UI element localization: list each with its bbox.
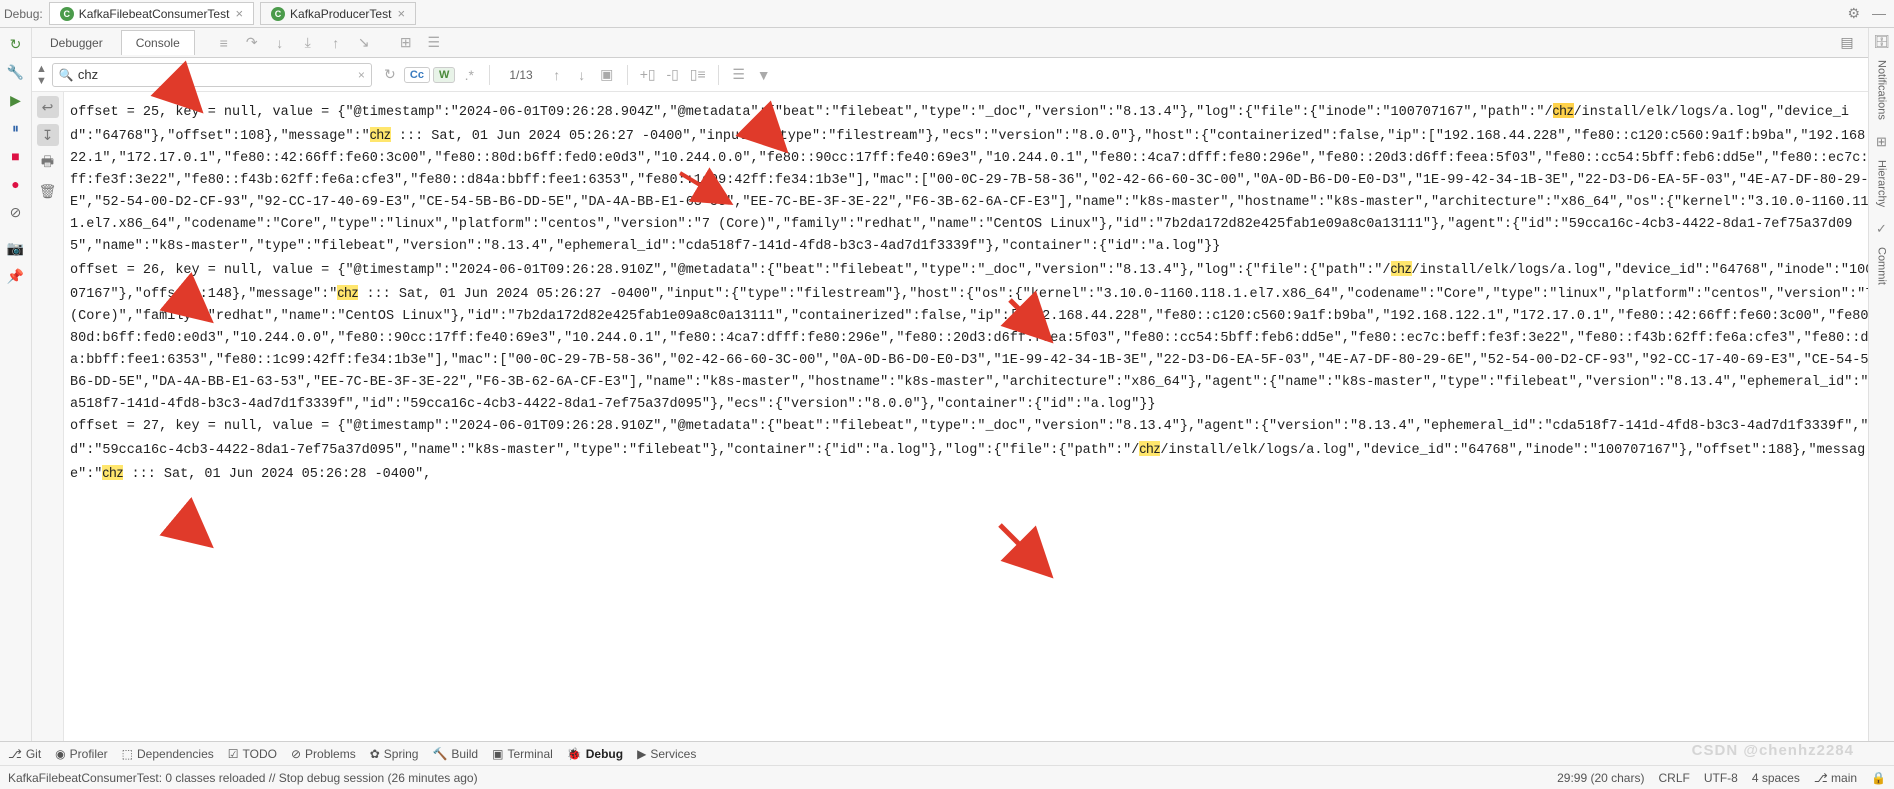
console-side-actions: ↩ ↧ 🖶 🗑 bbox=[32, 92, 64, 741]
todo-tool[interactable]: ☑ TODO bbox=[228, 747, 277, 761]
git-tool[interactable]: ⎇ Git bbox=[8, 747, 41, 761]
problems-tool[interactable]: ⊘ Problems bbox=[291, 747, 356, 761]
close-icon[interactable]: × bbox=[397, 6, 405, 21]
layout-icon[interactable]: ▤ bbox=[1836, 32, 1858, 54]
remove-selection-icon[interactable]: -▯ bbox=[662, 64, 684, 86]
build-tool[interactable]: 🔨 Build bbox=[432, 747, 478, 761]
services-tool[interactable]: ▶ Services bbox=[637, 747, 696, 761]
trace-icon[interactable]: ☰ bbox=[423, 32, 445, 54]
dependencies-tool[interactable]: ⬚ Dependencies bbox=[122, 747, 214, 761]
git-branch[interactable]: ⎇ main bbox=[1814, 771, 1857, 785]
settings-icon[interactable]: 🔧 bbox=[6, 62, 26, 82]
cursor-position[interactable]: 29:99 (20 chars) bbox=[1557, 771, 1644, 785]
history-icon[interactable]: ↻ bbox=[379, 64, 401, 86]
step-into-icon[interactable]: ↓ bbox=[269, 32, 291, 54]
add-selection-icon[interactable]: +▯ bbox=[637, 64, 659, 86]
close-icon[interactable]: × bbox=[235, 6, 243, 21]
class-icon: C bbox=[271, 7, 285, 21]
camera-icon[interactable]: 📷 bbox=[6, 238, 26, 258]
status-bar: KafkaFilebeatConsumerTest: 0 classes rel… bbox=[0, 765, 1894, 789]
filter-icon[interactable]: ▼ bbox=[753, 64, 775, 86]
console-tab[interactable]: Console bbox=[121, 30, 195, 55]
notifications-tab[interactable]: Notifications bbox=[1874, 54, 1890, 126]
search-field[interactable]: 🔍 × bbox=[52, 63, 372, 87]
filter-list-icon[interactable]: ☰ bbox=[728, 64, 750, 86]
pause-icon[interactable]: ⏸ bbox=[6, 118, 26, 138]
debugger-tab[interactable]: Debugger bbox=[36, 31, 117, 55]
scroll-to-end-icon[interactable]: ↧ bbox=[37, 124, 59, 146]
scroll-down-icon[interactable]: ▼ bbox=[36, 75, 47, 87]
force-step-into-icon[interactable]: ⤓ bbox=[297, 32, 319, 54]
search-icon: 🔍 bbox=[59, 68, 74, 82]
run-to-cursor-icon[interactable]: ↘ bbox=[353, 32, 375, 54]
step-over-icon[interactable]: ↷ bbox=[241, 32, 263, 54]
regex-toggle[interactable]: .* bbox=[458, 64, 480, 86]
resume-icon[interactable]: ▶ bbox=[6, 90, 26, 110]
profiler-tool[interactable]: ◉ Profiler bbox=[55, 747, 108, 761]
spring-tool[interactable]: ✿ Spring bbox=[370, 747, 419, 761]
watermark-text: CSDN @chenhz2284 bbox=[1692, 742, 1854, 759]
console-search-row: ▲ ▼ 🔍 × ↻ Cc W .* 1/13 ↑ ↓ ▣ +▯ -▯ bbox=[32, 58, 1894, 92]
gear-icon[interactable]: ⚙ bbox=[1847, 5, 1860, 22]
run-tab-1[interactable]: C KafkaFilebeatConsumerTest × bbox=[49, 2, 254, 25]
debug-tabs-row: Debug: C KafkaFilebeatConsumerTest × C K… bbox=[0, 0, 1894, 28]
soft-wrap-icon[interactable]: ↩ bbox=[37, 96, 59, 118]
debug-tool[interactable]: 🐞 Debug bbox=[567, 747, 623, 761]
tab-label: KafkaFilebeatConsumerTest bbox=[79, 7, 230, 21]
lock-icon[interactable]: 🔒 bbox=[1871, 771, 1886, 785]
hierarchy-tab[interactable]: Hierarchy bbox=[1874, 154, 1890, 213]
words-toggle[interactable]: W bbox=[433, 67, 455, 83]
search-position: 1/13 bbox=[509, 68, 532, 82]
tab-label: KafkaProducerTest bbox=[290, 7, 391, 21]
pin-icon[interactable]: 📌 bbox=[6, 266, 26, 286]
evaluate-icon[interactable]: ⊞ bbox=[395, 32, 417, 54]
terminal-tool[interactable]: ▣ Terminal bbox=[492, 747, 553, 761]
search-input[interactable] bbox=[78, 67, 354, 82]
mute-breakpoints-icon[interactable]: ⊘ bbox=[6, 202, 26, 222]
select-all-occurrences-icon[interactable]: ▯≡ bbox=[687, 64, 709, 86]
commit-icon[interactable]: ✓ bbox=[1876, 221, 1887, 237]
class-icon: C bbox=[60, 7, 74, 21]
match-case-toggle[interactable]: Cc bbox=[404, 67, 430, 83]
right-tool-rail: 🗄 Notifications ⊞ Hierarchy ✓ Commit bbox=[1868, 28, 1894, 741]
view-breakpoints-icon[interactable]: ● bbox=[6, 174, 26, 194]
database-icon[interactable]: 🗄 bbox=[1873, 34, 1890, 50]
bottom-tool-bar: ⎇ Git ◉ Profiler ⬚ Dependencies ☑ TODO ⊘… bbox=[0, 741, 1894, 765]
prev-match-icon[interactable]: ↑ bbox=[546, 64, 568, 86]
run-tab-2[interactable]: C KafkaProducerTest × bbox=[260, 2, 416, 25]
clear-search-icon[interactable]: × bbox=[358, 68, 365, 82]
console-output[interactable]: offset = 25, key = null, value = {"@time… bbox=[64, 92, 1894, 741]
rerun-icon[interactable]: ↻ bbox=[6, 34, 26, 54]
commit-tab[interactable]: Commit bbox=[1874, 241, 1890, 291]
hierarchy-icon[interactable]: ⊞ bbox=[1876, 134, 1887, 150]
print-icon[interactable]: 🖶 bbox=[37, 152, 59, 174]
debug-subtabs: Debugger Console ≡ ↷ ↓ ⤓ ↑ ↘ ⊞ ☰ ▤ bbox=[32, 28, 1894, 58]
scroll-up-icon[interactable]: ▲ bbox=[36, 63, 47, 75]
next-match-icon[interactable]: ↓ bbox=[571, 64, 593, 86]
clear-all-icon[interactable]: 🗑 bbox=[37, 180, 59, 202]
minimize-icon[interactable]: — bbox=[1872, 5, 1886, 22]
encoding[interactable]: UTF-8 bbox=[1704, 771, 1738, 785]
select-all-icon[interactable]: ▣ bbox=[596, 64, 618, 86]
step-out-icon[interactable]: ↑ bbox=[325, 32, 347, 54]
indent[interactable]: 4 spaces bbox=[1752, 771, 1800, 785]
status-message: KafkaFilebeatConsumerTest: 0 classes rel… bbox=[8, 771, 478, 785]
line-separator[interactable]: CRLF bbox=[1658, 771, 1689, 785]
debug-action-gutter: ↻ 🔧 ▶ ⏸ ■ ● ⊘ 📷 📌 bbox=[0, 28, 32, 741]
debug-label: Debug: bbox=[4, 7, 43, 21]
stop-icon[interactable]: ■ bbox=[6, 146, 26, 166]
threads-icon[interactable]: ≡ bbox=[213, 32, 235, 54]
